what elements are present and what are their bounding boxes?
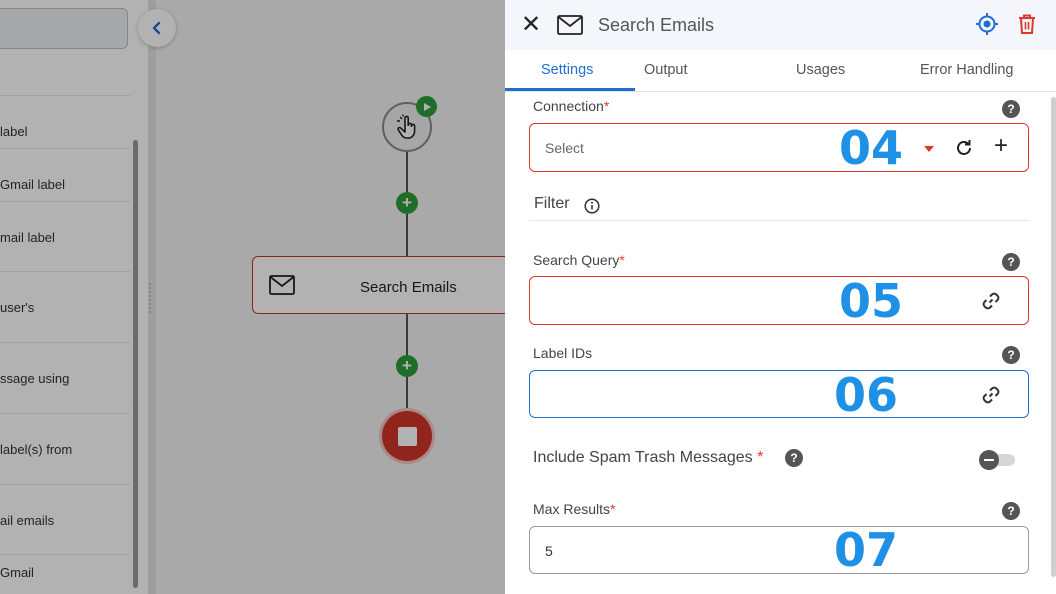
close-panel-button[interactable]: ✕ bbox=[519, 12, 543, 38]
label-ids-input[interactable]: 06 bbox=[529, 368, 1029, 422]
modal-backdrop[interactable] bbox=[0, 0, 505, 594]
panel-scrollbar[interactable] bbox=[1051, 97, 1056, 577]
connection-select-placeholder: Select bbox=[545, 140, 584, 156]
annotation-number: 06 bbox=[834, 368, 899, 422]
required-marker: * bbox=[619, 252, 625, 268]
tab-error-handling[interactable]: Error Handling bbox=[920, 62, 1014, 78]
trash-icon[interactable] bbox=[1017, 13, 1037, 35]
label-ids-label: Label IDs bbox=[533, 345, 593, 361]
panel-tabs: Settings Output Usages Error Handling bbox=[505, 50, 1056, 92]
help-icon[interactable]: ? bbox=[785, 449, 803, 467]
step-settings-panel: ✕ Search Emails Settings Output Usages E… bbox=[505, 0, 1056, 594]
search-query-input[interactable]: 05 bbox=[529, 274, 1029, 328]
refresh-icon[interactable] bbox=[954, 138, 974, 158]
tab-usages[interactable]: Usages bbox=[796, 62, 845, 78]
panel-header: ✕ Search Emails bbox=[505, 0, 1056, 50]
annotation-number: 07 bbox=[834, 523, 899, 577]
tab-settings[interactable]: Settings bbox=[541, 62, 593, 78]
max-results-input[interactable]: 5 07 bbox=[529, 523, 1029, 577]
annotation-number: 05 bbox=[839, 274, 904, 328]
active-tab-indicator bbox=[505, 88, 635, 91]
help-icon[interactable]: ? bbox=[1002, 502, 1020, 520]
panel-title: Search Emails bbox=[598, 15, 715, 35]
connection-select[interactable]: Select 04 + bbox=[529, 121, 1029, 175]
filter-section-title: Filter bbox=[534, 195, 570, 212]
required-marker: * bbox=[757, 449, 764, 466]
filter-divider bbox=[529, 220, 1029, 221]
link-icon[interactable] bbox=[981, 385, 1001, 405]
required-marker: * bbox=[603, 98, 610, 114]
connection-label: Connection* bbox=[533, 98, 610, 114]
max-results-label: Max Results* bbox=[533, 501, 616, 517]
max-results-value: 5 bbox=[545, 543, 553, 559]
help-icon[interactable]: ? bbox=[1002, 253, 1020, 271]
add-connection-button[interactable]: + bbox=[994, 133, 1008, 159]
include-spam-trash-toggle[interactable] bbox=[979, 450, 1017, 470]
caret-down-icon[interactable] bbox=[924, 146, 934, 152]
include-spam-trash-label: Include Spam Trash Messages * bbox=[533, 449, 764, 466]
link-icon[interactable] bbox=[981, 291, 1001, 311]
required-marker: * bbox=[610, 501, 616, 517]
help-icon[interactable]: ? bbox=[1002, 346, 1020, 364]
help-icon[interactable]: ? bbox=[1002, 100, 1020, 118]
search-query-label: Search Query* bbox=[533, 252, 625, 268]
toggle-knob bbox=[979, 450, 999, 470]
tab-output[interactable]: Output bbox=[644, 62, 688, 78]
mail-icon bbox=[557, 15, 583, 35]
info-icon[interactable] bbox=[584, 198, 600, 214]
locate-target-icon[interactable] bbox=[975, 12, 999, 36]
annotation-number: 04 bbox=[839, 121, 904, 175]
